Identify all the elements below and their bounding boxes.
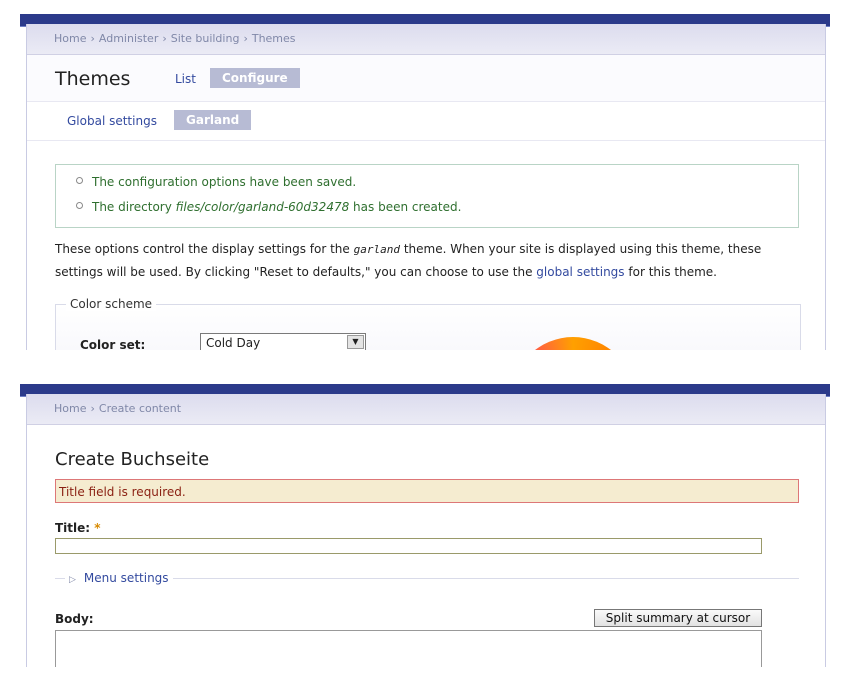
bullet-icon (76, 177, 83, 184)
message-directory-suffix: has been created. (353, 200, 462, 214)
color-scheme-fieldset: Color scheme Color set: Cold Day ▼ (55, 297, 801, 350)
subtab-global-settings[interactable]: Global settings (67, 114, 157, 128)
dropdown-arrow-icon[interactable]: ▼ (347, 335, 364, 349)
color-set-value: Cold Day (206, 336, 261, 350)
subtab-garland[interactable]: Garland (174, 110, 252, 130)
page-title: Create Buchseite (55, 449, 210, 470)
tab-configure[interactable]: Configure (210, 68, 300, 88)
menu-settings-label: Menu settings (83, 571, 169, 585)
message-directory-path: files/color/garland-60d32478 (175, 200, 350, 214)
body-label: Body: (55, 612, 94, 626)
title-label: Title: * (55, 521, 101, 535)
menu-settings-toggle[interactable]: ▷ Menu settings (65, 571, 173, 585)
error-message: Title field is required. (55, 479, 799, 503)
color-set-label: Color set: (80, 338, 146, 350)
tab-list[interactable]: List (175, 72, 196, 86)
secondary-tabs: Global settings Garland (27, 102, 825, 141)
breadcrumb: Home › Create content (27, 394, 825, 425)
breadcrumb-create-content[interactable]: Create content (99, 402, 181, 415)
split-summary-button[interactable]: Split summary at cursor (594, 609, 762, 627)
content-frame: Home › Administer › Site building › Themes The… (26, 24, 826, 350)
intro-text: These options control the display settin… (55, 242, 762, 279)
breadcrumb-themes[interactable]: Themes (252, 32, 296, 45)
breadcrumb: Home › Administer › Site building › Themes (27, 24, 825, 55)
breadcrumb-home[interactable]: Home (54, 402, 86, 415)
breadcrumb-home[interactable]: Home (54, 32, 86, 45)
required-marker: * (94, 521, 101, 535)
global-settings-link[interactable]: global settings (536, 265, 624, 279)
create-content-screen: Home › Create content Create Buchseite Tit… (20, 384, 830, 667)
breadcrumb-administer[interactable]: Administer (99, 32, 158, 45)
themes-configure-screen: Home › Administer › Site building › Themes The… (20, 14, 830, 350)
page-header: Themes List Configure (27, 55, 825, 102)
message-saved: The configuration options have been save… (76, 175, 356, 189)
body-textarea[interactable] (55, 630, 762, 667)
triangle-right-icon: ▷ (69, 575, 76, 585)
theme-name: garland (353, 243, 400, 256)
menu-settings-fieldset[interactable]: ▷ Menu settings (55, 571, 799, 585)
page-title: Themes (55, 68, 131, 90)
message-directory-prefix: The directory (92, 200, 172, 214)
message-directory: The directory files/color/garland-60d324… (76, 200, 462, 214)
bullet-icon (76, 202, 83, 209)
color-set-select[interactable]: Cold Day ▼ (200, 333, 366, 350)
status-messages: The configuration options have been save… (55, 164, 799, 228)
content-frame: Home › Create content Create Buchseite Tit… (26, 394, 826, 667)
breadcrumb-site-building[interactable]: Site building (171, 32, 240, 45)
color-scheme-legend: Color scheme (66, 297, 157, 311)
title-input[interactable] (55, 538, 762, 554)
color-wheel[interactable] (511, 337, 635, 350)
